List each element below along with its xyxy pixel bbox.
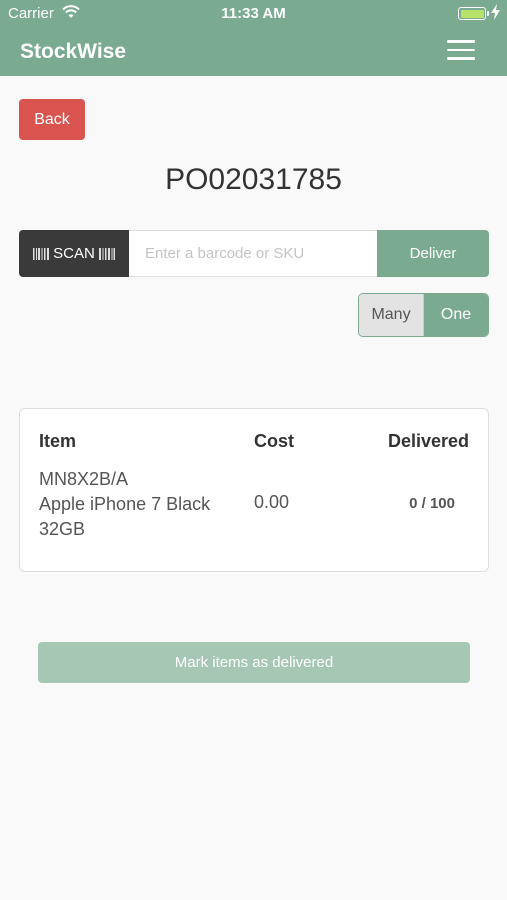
item-cost: 0.00 [254,492,290,512]
scan-button-label: SCAN [53,245,95,262]
toggle-many[interactable]: Many [359,294,424,336]
mark-delivered-button[interactable]: Mark items as delivered [38,642,470,683]
item-name: Apple iPhone 7 Black 32GB [39,494,211,539]
table-row-item: MN8X2B/A Apple iPhone 7 Black 32GB [39,467,239,542]
column-header-cost: Cost [254,431,294,451]
scan-button[interactable]: SCAN [19,230,129,277]
battery-icon [458,7,489,20]
navbar: StockWise [0,28,507,76]
status-time: 11:33 AM [221,5,286,22]
app-title: StockWise [20,40,127,63]
item-sku: MN8X2B/A [39,469,129,489]
back-button[interactable]: Back [19,99,85,140]
charging-bolt-icon [491,4,500,20]
purchase-order-number: PO02031785 [165,163,342,196]
item-delivered-count: 0 / 100 [409,495,455,512]
deliver-button[interactable]: Deliver [377,230,489,277]
items-table: Item Cost Delivered MN8X2B/A Apple iPhon… [19,408,489,572]
hamburger-menu-icon[interactable] [447,40,475,62]
barcode-icon [98,247,115,260]
barcode-sku-input[interactable] [129,230,377,277]
toggle-one[interactable]: One [424,294,488,336]
quantity-mode-toggle: Many One [358,293,489,337]
column-header-delivered: Delivered [387,431,469,451]
barcode-icon [33,247,50,260]
column-header-item: Item [39,431,77,451]
status-bar: Carrier 11:33 AM [0,0,507,28]
scan-bar: SCAN Deliver [19,230,489,277]
